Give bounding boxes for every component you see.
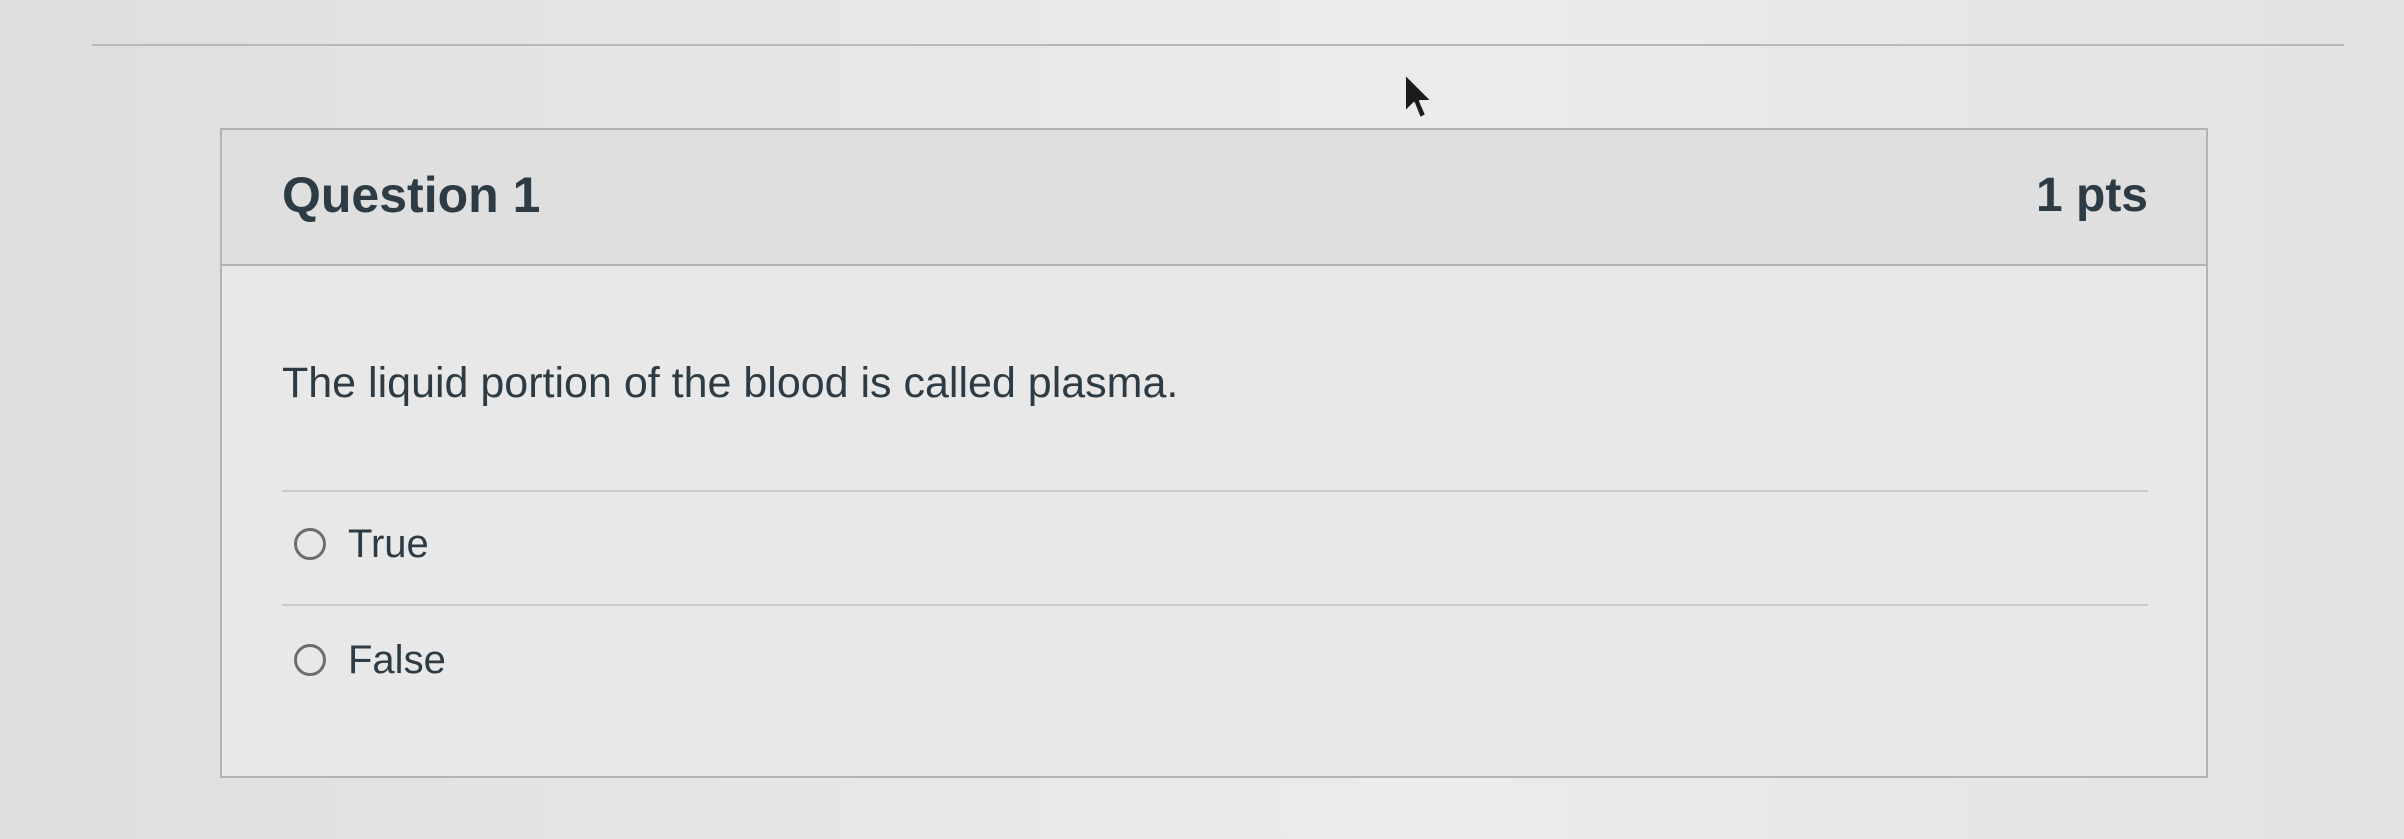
question-text: The liquid portion of the blood is calle… (282, 359, 1179, 407)
question-header: Question 1 1 pts (222, 130, 2206, 266)
radio-unchecked-icon[interactable] (294, 528, 326, 560)
answer-option-true[interactable]: True (294, 514, 429, 574)
question-title: Question 1 (282, 167, 541, 223)
answers-top-divider (282, 490, 2148, 492)
answer-divider (282, 604, 2148, 606)
mouse-pointer-icon (1404, 73, 1433, 119)
question-card: Question 1 1 pts The liquid portion of t… (220, 128, 2208, 778)
answer-label[interactable]: True (348, 524, 429, 564)
answer-option-false[interactable]: False (294, 630, 446, 690)
radio-unchecked-icon[interactable] (294, 644, 326, 676)
answer-label[interactable]: False (348, 640, 446, 680)
question-points: 1 pts (2035, 169, 2148, 222)
page-divider (92, 44, 2344, 46)
